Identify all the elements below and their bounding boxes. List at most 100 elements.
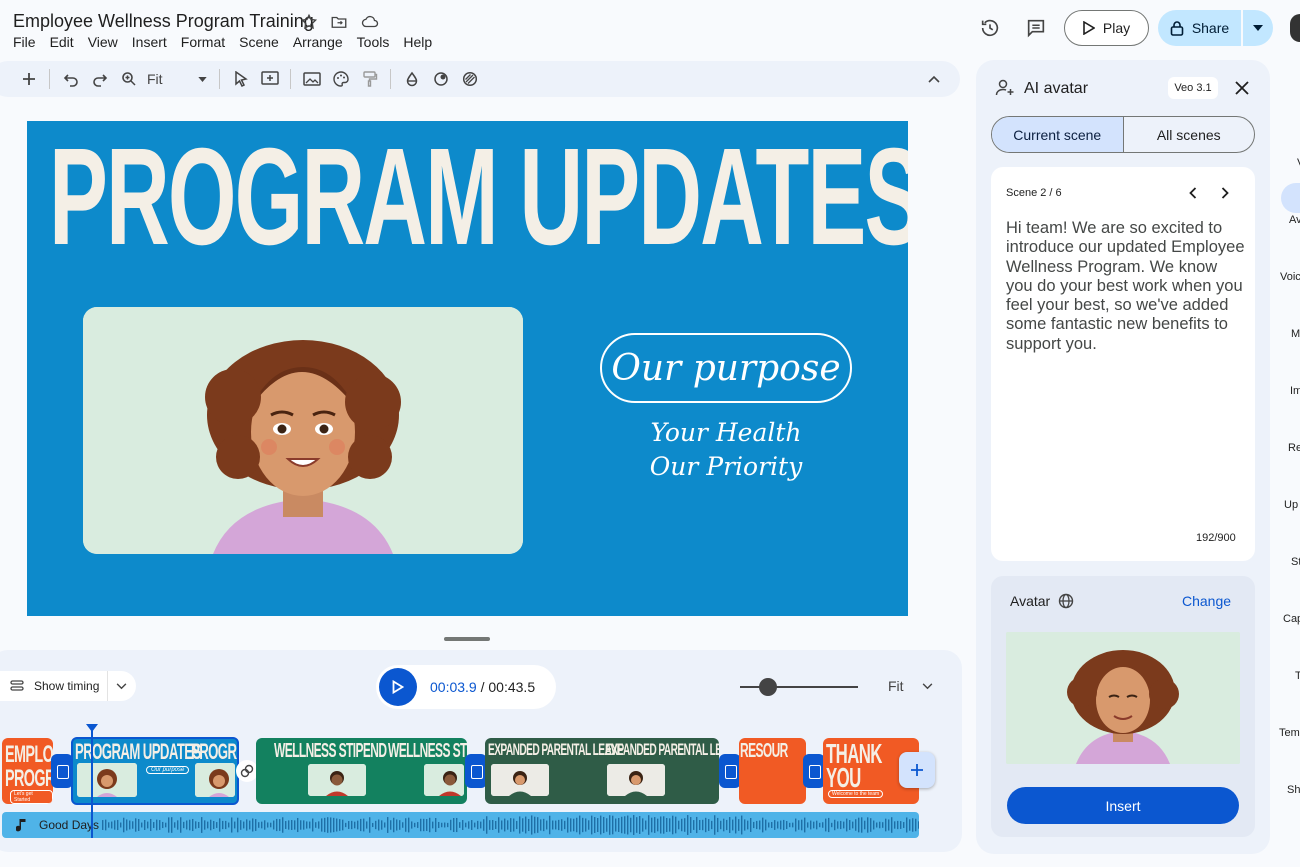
scene-clip-5[interactable]: RESOUR: [739, 738, 806, 804]
waveform-bar: [882, 822, 884, 828]
fill-color-icon[interactable]: [397, 65, 426, 93]
text-box-icon[interactable]: [255, 65, 284, 93]
slide-canvas[interactable]: PROGRAM UPDATES Our purpose Your Health …: [27, 121, 908, 616]
menu-help[interactable]: Help: [403, 34, 432, 50]
avatar-preview[interactable]: [1006, 632, 1240, 764]
waveform-bar: [387, 817, 389, 833]
border-color-icon[interactable]: [426, 65, 455, 93]
timeline-zoom-select[interactable]: Fit: [888, 678, 933, 694]
menu-format[interactable]: Format: [181, 34, 225, 50]
transition-4[interactable]: [719, 754, 741, 788]
scene-clip-4[interactable]: EXPANDED PARENTAL LEAVE EXPANDED PARENTA…: [485, 738, 719, 804]
playhead-handle[interactable]: [86, 724, 98, 732]
slider-knob[interactable]: [758, 678, 777, 696]
transition-add-icon[interactable]: [236, 760, 258, 782]
zoom-icon[interactable]: [114, 65, 143, 93]
waveform-bar: [171, 817, 173, 833]
zoom-select[interactable]: Fit: [143, 71, 213, 87]
play-timeline-button[interactable]: [379, 668, 417, 706]
rail-item-tem[interactable]: Tem: [1279, 727, 1300, 739]
share-dropdown-button[interactable]: [1243, 10, 1273, 46]
timeline-zoom-slider[interactable]: [740, 678, 858, 696]
waveform-bar: [510, 818, 512, 832]
rail-item-m[interactable]: M: [1291, 328, 1300, 340]
select-cursor-icon[interactable]: [226, 65, 255, 93]
avatar-image[interactable]: [83, 307, 523, 554]
waveform-bar: [825, 818, 827, 832]
rail-item-t[interactable]: T: [1295, 670, 1300, 682]
rail-item-st[interactable]: St: [1291, 556, 1300, 568]
rail-item-sh[interactable]: Sh: [1287, 784, 1300, 796]
waveform-bar: [909, 819, 911, 831]
rail-item-voice[interactable]: Voic: [1280, 271, 1300, 283]
transition-5[interactable]: [803, 754, 825, 788]
globe-icon[interactable]: [1058, 593, 1074, 609]
version-history-icon[interactable]: [972, 10, 1008, 46]
script-textarea[interactable]: Hi team! We are so excited to introduce …: [1006, 219, 1246, 354]
waveform-bar: [240, 820, 242, 830]
undo-icon[interactable]: [56, 65, 85, 93]
purpose-pill[interactable]: Our purpose: [600, 333, 852, 403]
transition-3[interactable]: [465, 754, 487, 788]
rail-item-up[interactable]: Up: [1284, 499, 1298, 511]
palette-icon[interactable]: [326, 65, 355, 93]
menu-arrange[interactable]: Arrange: [293, 34, 343, 50]
menu-edit[interactable]: Edit: [50, 34, 74, 50]
chevron-down-icon[interactable]: [116, 682, 127, 690]
scene-clip-2[interactable]: PROGRAM UPDATES PROGRAM Our purpose: [71, 737, 239, 805]
add-scene-button[interactable]: [899, 752, 935, 788]
waveform-bar: [741, 815, 743, 835]
transition-1[interactable]: [51, 754, 73, 788]
collapse-toolbar-icon[interactable]: [919, 65, 948, 93]
waveform-bar: [867, 817, 869, 833]
image-icon[interactable]: [297, 65, 326, 93]
close-icon[interactable]: [1234, 80, 1250, 96]
comments-icon[interactable]: [1018, 10, 1054, 46]
add-icon[interactable]: [14, 65, 43, 93]
move-folder-icon[interactable]: [330, 13, 348, 31]
star-icon[interactable]: [300, 13, 318, 31]
clip-title: PROGRAM: [191, 739, 237, 764]
menu-file[interactable]: File: [13, 34, 36, 50]
zoom-value: Fit: [147, 71, 163, 87]
chevron-right-icon[interactable]: [1220, 187, 1230, 199]
redo-icon[interactable]: [85, 65, 114, 93]
show-timing-button[interactable]: Show timing: [0, 671, 136, 701]
tab-all-scenes[interactable]: All scenes: [1124, 117, 1255, 152]
rail-item-cap[interactable]: Cap: [1283, 613, 1300, 625]
slide-title[interactable]: PROGRAM UPDATES: [49, 125, 908, 270]
waveform-bar: [411, 821, 413, 829]
border-style-icon[interactable]: [455, 65, 484, 93]
waveform-bar: [399, 820, 401, 830]
audio-track[interactable]: Good Days: [2, 812, 919, 838]
waveform-bar: [354, 821, 356, 829]
menu-scene[interactable]: Scene: [239, 34, 279, 50]
paint-format-icon[interactable]: [355, 65, 384, 93]
rail-item-avatar[interactable]: Av: [1289, 214, 1300, 226]
rail-item-re[interactable]: Re: [1288, 442, 1300, 454]
resize-handle[interactable]: [444, 637, 490, 641]
share-button[interactable]: Share: [1158, 10, 1241, 46]
menu-insert[interactable]: Insert: [132, 34, 167, 50]
play-button[interactable]: Play: [1064, 10, 1149, 46]
slider-track[interactable]: [740, 686, 858, 688]
change-avatar-link[interactable]: Change: [1182, 593, 1231, 609]
waveform-bar: [735, 816, 737, 834]
waveform-bar: [630, 817, 632, 833]
slide-subtitle[interactable]: Your Health Our Priority: [600, 416, 852, 484]
play-icon: [392, 680, 404, 694]
menu-view[interactable]: View: [88, 34, 118, 50]
waveform-bar: [474, 822, 476, 828]
document-title[interactable]: Employee Wellness Program Training: [13, 11, 314, 32]
chevron-left-icon[interactable]: [1188, 187, 1198, 199]
playhead[interactable]: [91, 726, 93, 838]
scene-clip-1[interactable]: EMPLOYE PROGRAM Let's get Started: [2, 738, 53, 804]
cloud-saved-icon[interactable]: [360, 13, 380, 31]
tab-current-scene[interactable]: Current scene: [992, 117, 1124, 152]
scene-clip-3[interactable]: WELLNESS STIPEND WELLNESS STIPE: [256, 738, 467, 804]
waveform-bar: [381, 820, 383, 830]
account-avatar[interactable]: [1290, 14, 1300, 42]
menu-tools[interactable]: Tools: [357, 34, 390, 50]
insert-button[interactable]: Insert: [1007, 787, 1239, 824]
rail-item-im[interactable]: Im: [1290, 385, 1300, 397]
